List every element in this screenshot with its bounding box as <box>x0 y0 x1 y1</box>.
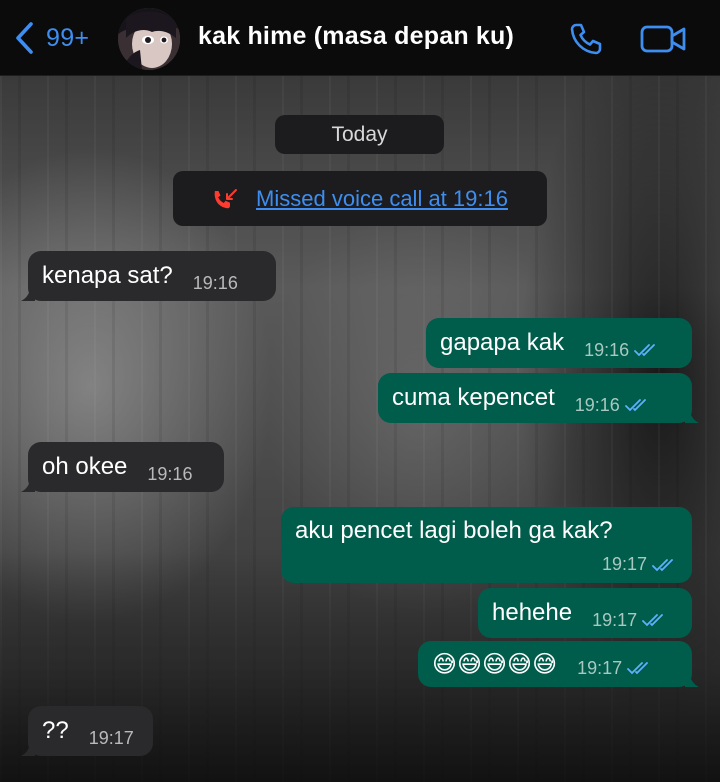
message-time: 19:16 <box>192 272 238 293</box>
back-button[interactable]: 99+ <box>14 20 89 56</box>
message-time: 19:16 <box>574 394 620 415</box>
video-call-button[interactable] <box>640 24 688 54</box>
message-text: gapapa kak <box>440 329 565 356</box>
message-outgoing[interactable]: 😅😅😅😅😅 19:17 <box>418 641 699 687</box>
bubble-tail <box>21 476 35 492</box>
missed-call-text: Missed voice call at 19:16 <box>256 185 508 211</box>
message-emoji: 😅😅😅😅😅 <box>432 650 558 678</box>
message-outgoing[interactable]: hehehe 19:17 <box>478 588 692 638</box>
date-separator: Today <box>275 115 444 154</box>
bubble-tail <box>21 285 35 301</box>
message-outgoing[interactable]: aku pencet lagi boleh ga kak? 19:17 <box>281 507 692 583</box>
message-text: ?? <box>42 717 69 744</box>
message-text: kenapa sat? <box>42 262 173 289</box>
bubble-tail <box>21 740 35 756</box>
avatar-image <box>118 8 180 70</box>
video-camera-icon <box>640 25 686 53</box>
phone-icon <box>570 23 602 55</box>
read-receipt-icon <box>652 558 673 571</box>
read-receipt-icon <box>624 399 646 412</box>
unread-count: 99+ <box>46 23 90 52</box>
message-incoming[interactable]: kenapa sat? 19:16 <box>21 251 276 301</box>
missed-call-notice[interactable]: Missed voice call at 19:16 <box>173 171 547 226</box>
voice-call-button[interactable] <box>568 21 604 57</box>
bubble-tail <box>685 407 699 423</box>
message-text: oh okee <box>42 453 128 480</box>
avatar[interactable] <box>118 8 180 70</box>
message-time: 19:16 <box>147 463 193 484</box>
message-time: 19:16 <box>584 339 630 360</box>
chat-header: 99+ kak hime (masa depan ku) <box>0 0 720 76</box>
message-time: 19:17 <box>577 657 623 678</box>
message-outgoing[interactable]: gapapa kak 19:16 <box>426 318 692 368</box>
message-time: 19:17 <box>592 609 638 630</box>
read-receipt-icon <box>627 662 649 675</box>
bubble-tail <box>685 671 699 687</box>
read-receipt-icon <box>642 614 664 627</box>
message-time: 19:17 <box>88 727 134 748</box>
contact-name[interactable]: kak hime (masa depan ku) <box>198 22 514 51</box>
message-incoming[interactable]: ?? 19:17 <box>21 706 153 756</box>
message-incoming[interactable]: oh okee 19:16 <box>21 442 224 492</box>
missed-call-icon <box>214 188 238 208</box>
chat-area[interactable]: Today Missed voice call at 19:16 kenapa … <box>0 76 720 782</box>
chevron-left-icon <box>16 22 33 54</box>
message-text: cuma kepencet <box>392 384 555 411</box>
message-text: hehehe <box>492 599 573 626</box>
read-receipt-icon <box>634 344 656 357</box>
message-text: aku pencet lagi boleh ga kak? <box>295 517 613 544</box>
message-time: 19:17 <box>601 554 647 574</box>
message-outgoing[interactable]: cuma kepencet 19:16 <box>378 373 699 423</box>
